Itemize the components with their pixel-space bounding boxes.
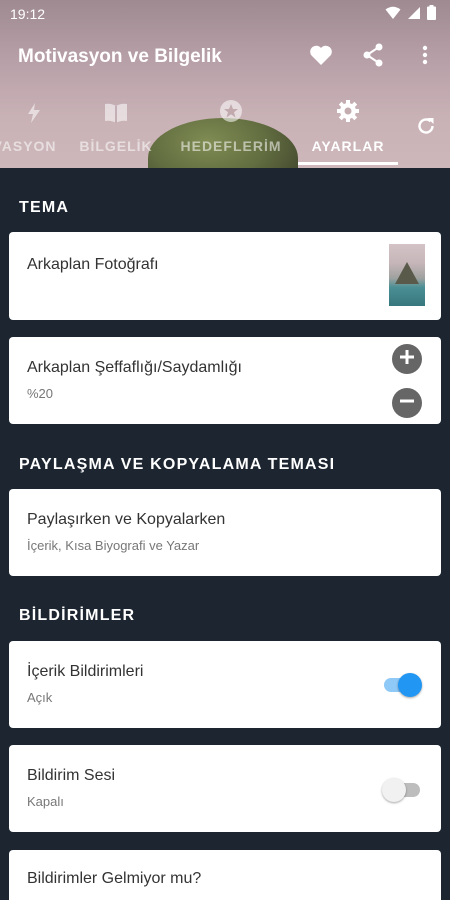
refresh-icon[interactable] [416, 116, 436, 141]
setting-background-photo[interactable]: Arkaplan Fotoğrafı [9, 232, 441, 320]
section-title-paylasma: PAYLAŞMA VE KOPYALAMA TEMASI [19, 456, 336, 473]
setting-title: İçerik Bildirimleri [27, 663, 144, 680]
tab-hedeflerim[interactable]: HEDEFLERİM [175, 96, 287, 168]
signal-icon [407, 6, 421, 23]
tab-label: MOTİVASYON [0, 138, 57, 154]
setting-title: Arkaplan Fotoğrafı [27, 256, 159, 273]
status-bar: 19:12 [0, 0, 450, 28]
transparency-value: %20 [27, 386, 54, 401]
favorite-heart-icon[interactable] [308, 42, 334, 68]
section-title-bildirimler: BİLDİRİMLER [19, 607, 136, 624]
share-icon[interactable] [360, 42, 386, 68]
setting-state: Açık [27, 690, 53, 705]
decrease-button[interactable] [392, 388, 422, 418]
setting-not-receiving[interactable]: Bildirimler Gelmiyor mu? [9, 850, 441, 900]
setting-title: Arkaplan Şeffaflığı/Saydamlığı [27, 359, 242, 376]
status-time: 19:12 [10, 6, 46, 22]
setting-title: Paylaşırken ve Kopyalarken [27, 511, 226, 528]
more-vert-icon[interactable] [412, 42, 438, 68]
setting-share-copy[interactable]: Paylaşırken ve Kopyalarken İçerik, Kısa … [9, 489, 441, 576]
app-title: Motivasyon ve Bilgelik [18, 46, 222, 67]
gear-icon [336, 99, 360, 126]
section-title-tema: TEMA [19, 199, 70, 216]
lightning-icon [28, 103, 40, 126]
tab-indicator [298, 162, 398, 165]
tab-label: HEDEFLERİM [180, 138, 282, 154]
content-notifications-toggle[interactable] [384, 673, 422, 697]
notification-sound-toggle[interactable] [382, 778, 420, 802]
setting-transparency: Arkaplan Şeffaflığı/Saydamlığı %20 [9, 337, 441, 424]
app-header: 19:12 Motivasyon ve Bilgelik ASYON BİLGE… [0, 0, 450, 168]
book-icon [104, 103, 128, 126]
setting-title: Bildirimler Gelmiyor mu? [27, 870, 202, 887]
tab-label: AYARLAR [311, 138, 385, 154]
tab-label: BİLGELİK [79, 138, 153, 154]
increase-button[interactable] [392, 344, 422, 374]
wifi-icon [385, 6, 401, 23]
battery-icon [427, 5, 436, 23]
tab-bar: MOTİVASYON BİLGELİK HEDEFLERİM AYARLAR [0, 96, 450, 168]
tab-bilgelik[interactable]: BİLGELİK [76, 96, 156, 168]
plus-icon [400, 349, 414, 369]
setting-state: Kapalı [27, 794, 64, 809]
gesture-bar [158, 888, 292, 892]
tab-motivasyon[interactable]: MOTİVASYON [0, 96, 60, 168]
setting-title: Bildirim Sesi [27, 767, 116, 784]
tab-ayarlar[interactable]: AYARLAR [298, 96, 398, 168]
background-photo-thumbnail[interactable] [389, 244, 425, 306]
setting-notification-sound[interactable]: Bildirim Sesi Kapalı [9, 745, 441, 832]
star-circle-icon [219, 99, 243, 126]
setting-content-notifications[interactable]: İçerik Bildirimleri Açık [9, 641, 441, 728]
setting-subtitle: İçerik, Kısa Biyografi ve Yazar [27, 538, 200, 553]
minus-icon [400, 394, 414, 413]
